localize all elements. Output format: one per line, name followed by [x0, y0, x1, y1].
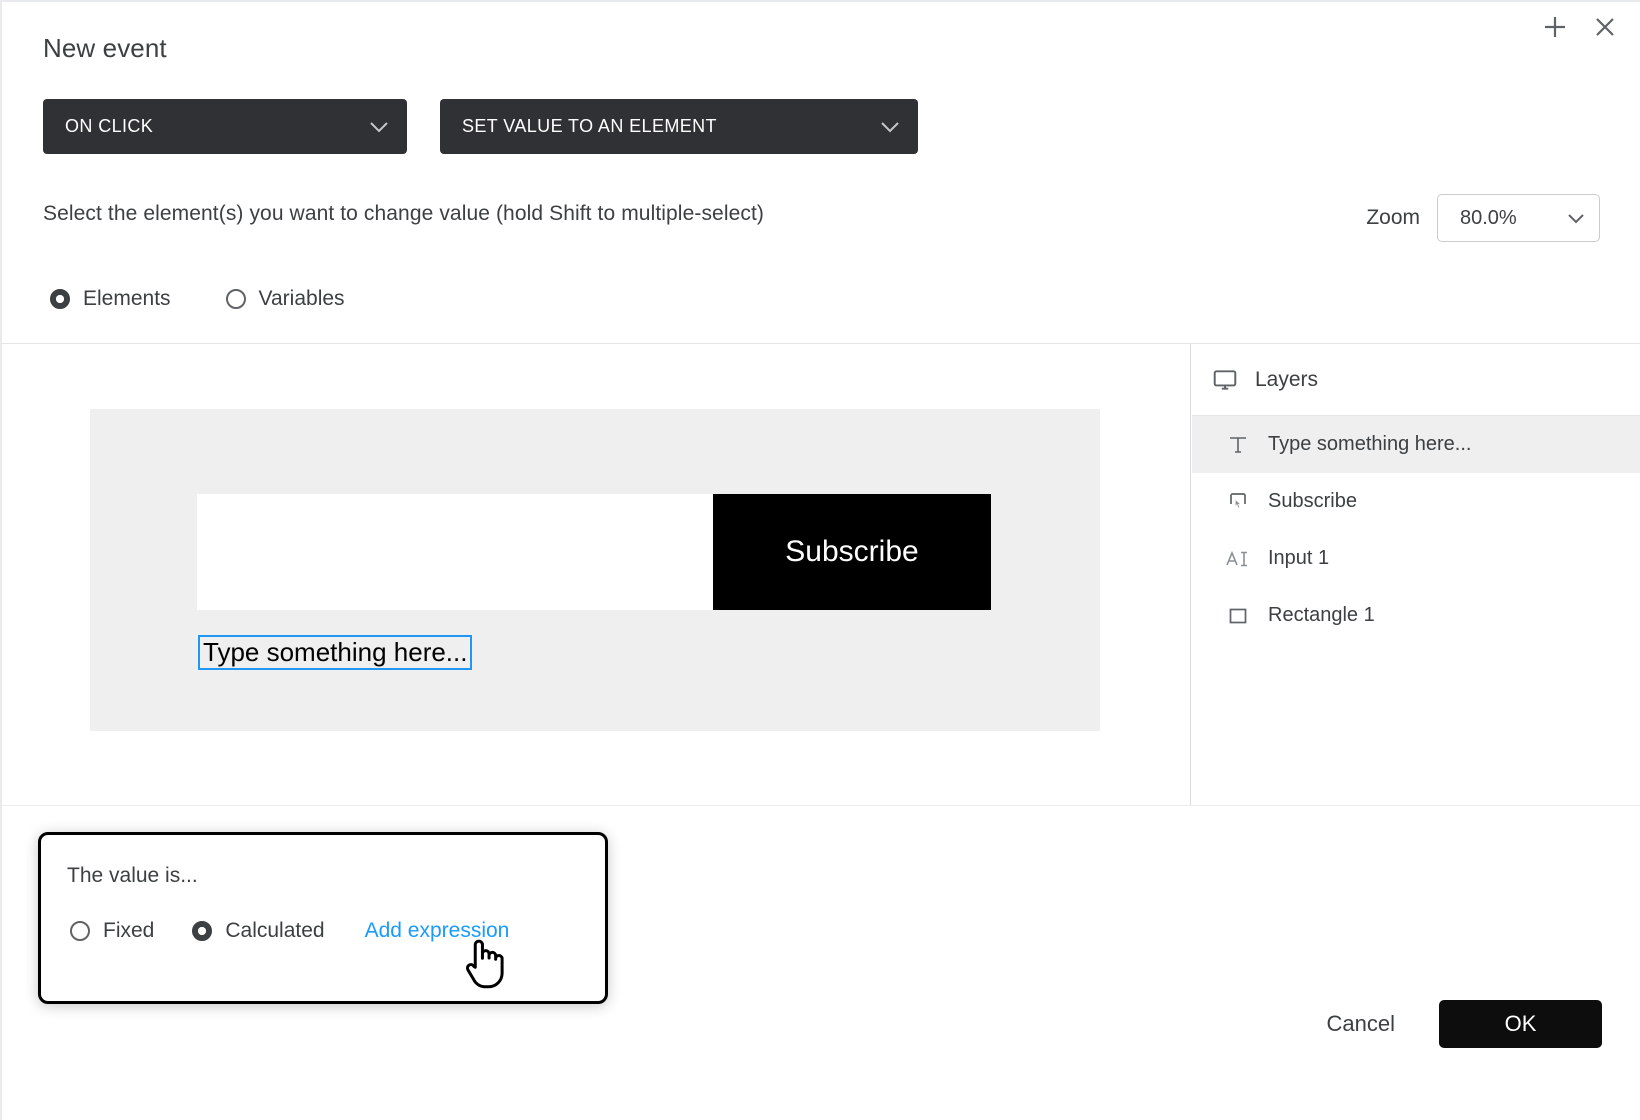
- subscribe-button[interactable]: Subscribe: [713, 494, 991, 610]
- email-input[interactable]: [197, 494, 713, 610]
- layers-header: Layers: [1192, 344, 1640, 416]
- radio-calculated[interactable]: Calculated: [192, 919, 325, 943]
- radio-calculated-label: Calculated: [225, 919, 325, 942]
- layers-title: Layers: [1255, 367, 1319, 391]
- plus-icon: [1545, 17, 1565, 37]
- layer-label: Type something here...: [1268, 433, 1472, 455]
- window-actions: [1538, 10, 1622, 44]
- zoom-label: Zoom: [1366, 206, 1420, 229]
- zoom-select-value: 80.0%: [1460, 206, 1517, 229]
- layer-row-rectangle[interactable]: Rectangle 1: [1192, 587, 1640, 644]
- new-event-dialog: New event ON CLICK SET VALUE TO AN ELEME…: [0, 0, 1640, 1120]
- footer-buttons: Cancel OK: [1327, 1000, 1602, 1048]
- chevron-down-icon: [1567, 213, 1585, 224]
- value-popup: The value is... Fixed Calculated Add exp…: [38, 832, 608, 1004]
- radio-fixed-label: Fixed: [103, 919, 155, 942]
- layer-label: Subscribe: [1268, 490, 1357, 512]
- radio-elements-label: Elements: [83, 287, 171, 310]
- text-input-icon: [1224, 545, 1252, 573]
- button-pointer-icon: [1224, 488, 1252, 516]
- canvas-pane[interactable]: Subscribe Type something here...: [2, 344, 1191, 805]
- action-select-value: SET VALUE TO AN ELEMENT: [462, 116, 717, 136]
- monitor-icon: [1211, 366, 1239, 394]
- layer-row-text[interactable]: Type something here...: [1192, 416, 1640, 473]
- value-popup-title: The value is...: [67, 864, 198, 887]
- cancel-button[interactable]: Cancel: [1327, 1011, 1395, 1037]
- zoom-select[interactable]: 80.0%: [1437, 194, 1600, 242]
- layer-row-subscribe[interactable]: Subscribe: [1192, 473, 1640, 530]
- layer-row-input[interactable]: Input 1: [1192, 530, 1640, 587]
- subscribe-form: Subscribe: [197, 494, 991, 610]
- radio-elements-indicator: [50, 289, 70, 309]
- radio-calculated-indicator: [192, 921, 213, 941]
- trigger-select-value: ON CLICK: [65, 116, 154, 136]
- radio-fixed[interactable]: Fixed: [70, 919, 154, 943]
- dialog-body: Subscribe Type something here... Layers: [2, 343, 1640, 805]
- radio-fixed-indicator: [70, 921, 90, 941]
- radio-variables[interactable]: Variables: [225, 287, 345, 311]
- close-icon: [1596, 18, 1614, 36]
- instruction-text: Select the element(s) you want to change…: [43, 202, 764, 225]
- target-mode-radio-group: Elements Variables: [50, 287, 345, 311]
- radio-elements[interactable]: Elements: [50, 287, 171, 311]
- action-select[interactable]: SET VALUE TO AN ELEMENT: [440, 99, 918, 154]
- selected-text-element[interactable]: Type something here...: [198, 635, 473, 671]
- close-dialog-button[interactable]: [1588, 10, 1622, 44]
- dialog-title: New event: [43, 33, 167, 63]
- radio-variables-label: Variables: [258, 287, 345, 310]
- zoom-control: Zoom 80.0%: [1366, 194, 1600, 242]
- text-tool-icon: [1224, 431, 1252, 459]
- ok-button[interactable]: OK: [1439, 1000, 1602, 1048]
- rectangle-icon: [1224, 602, 1252, 630]
- dialog-footer: The value is... Fixed Calculated Add exp…: [2, 805, 1640, 1120]
- trigger-select[interactable]: ON CLICK: [43, 99, 407, 154]
- value-mode-radio-group: Fixed Calculated Add expression: [70, 919, 509, 943]
- layers-pane: Layers Type something here... Subscribe …: [1192, 344, 1640, 805]
- chevron-down-icon: [880, 121, 900, 133]
- layer-label: Rectangle 1: [1268, 604, 1375, 626]
- event-definition-row: ON CLICK SET VALUE TO AN ELEMENT: [43, 99, 918, 154]
- add-event-button[interactable]: [1538, 10, 1572, 44]
- layer-label: Input 1: [1268, 547, 1330, 569]
- chevron-down-icon: [369, 121, 389, 133]
- artboard[interactable]: Subscribe Type something here...: [90, 409, 1100, 731]
- radio-variables-indicator: [225, 289, 246, 309]
- add-expression-link[interactable]: Add expression: [365, 919, 510, 943]
